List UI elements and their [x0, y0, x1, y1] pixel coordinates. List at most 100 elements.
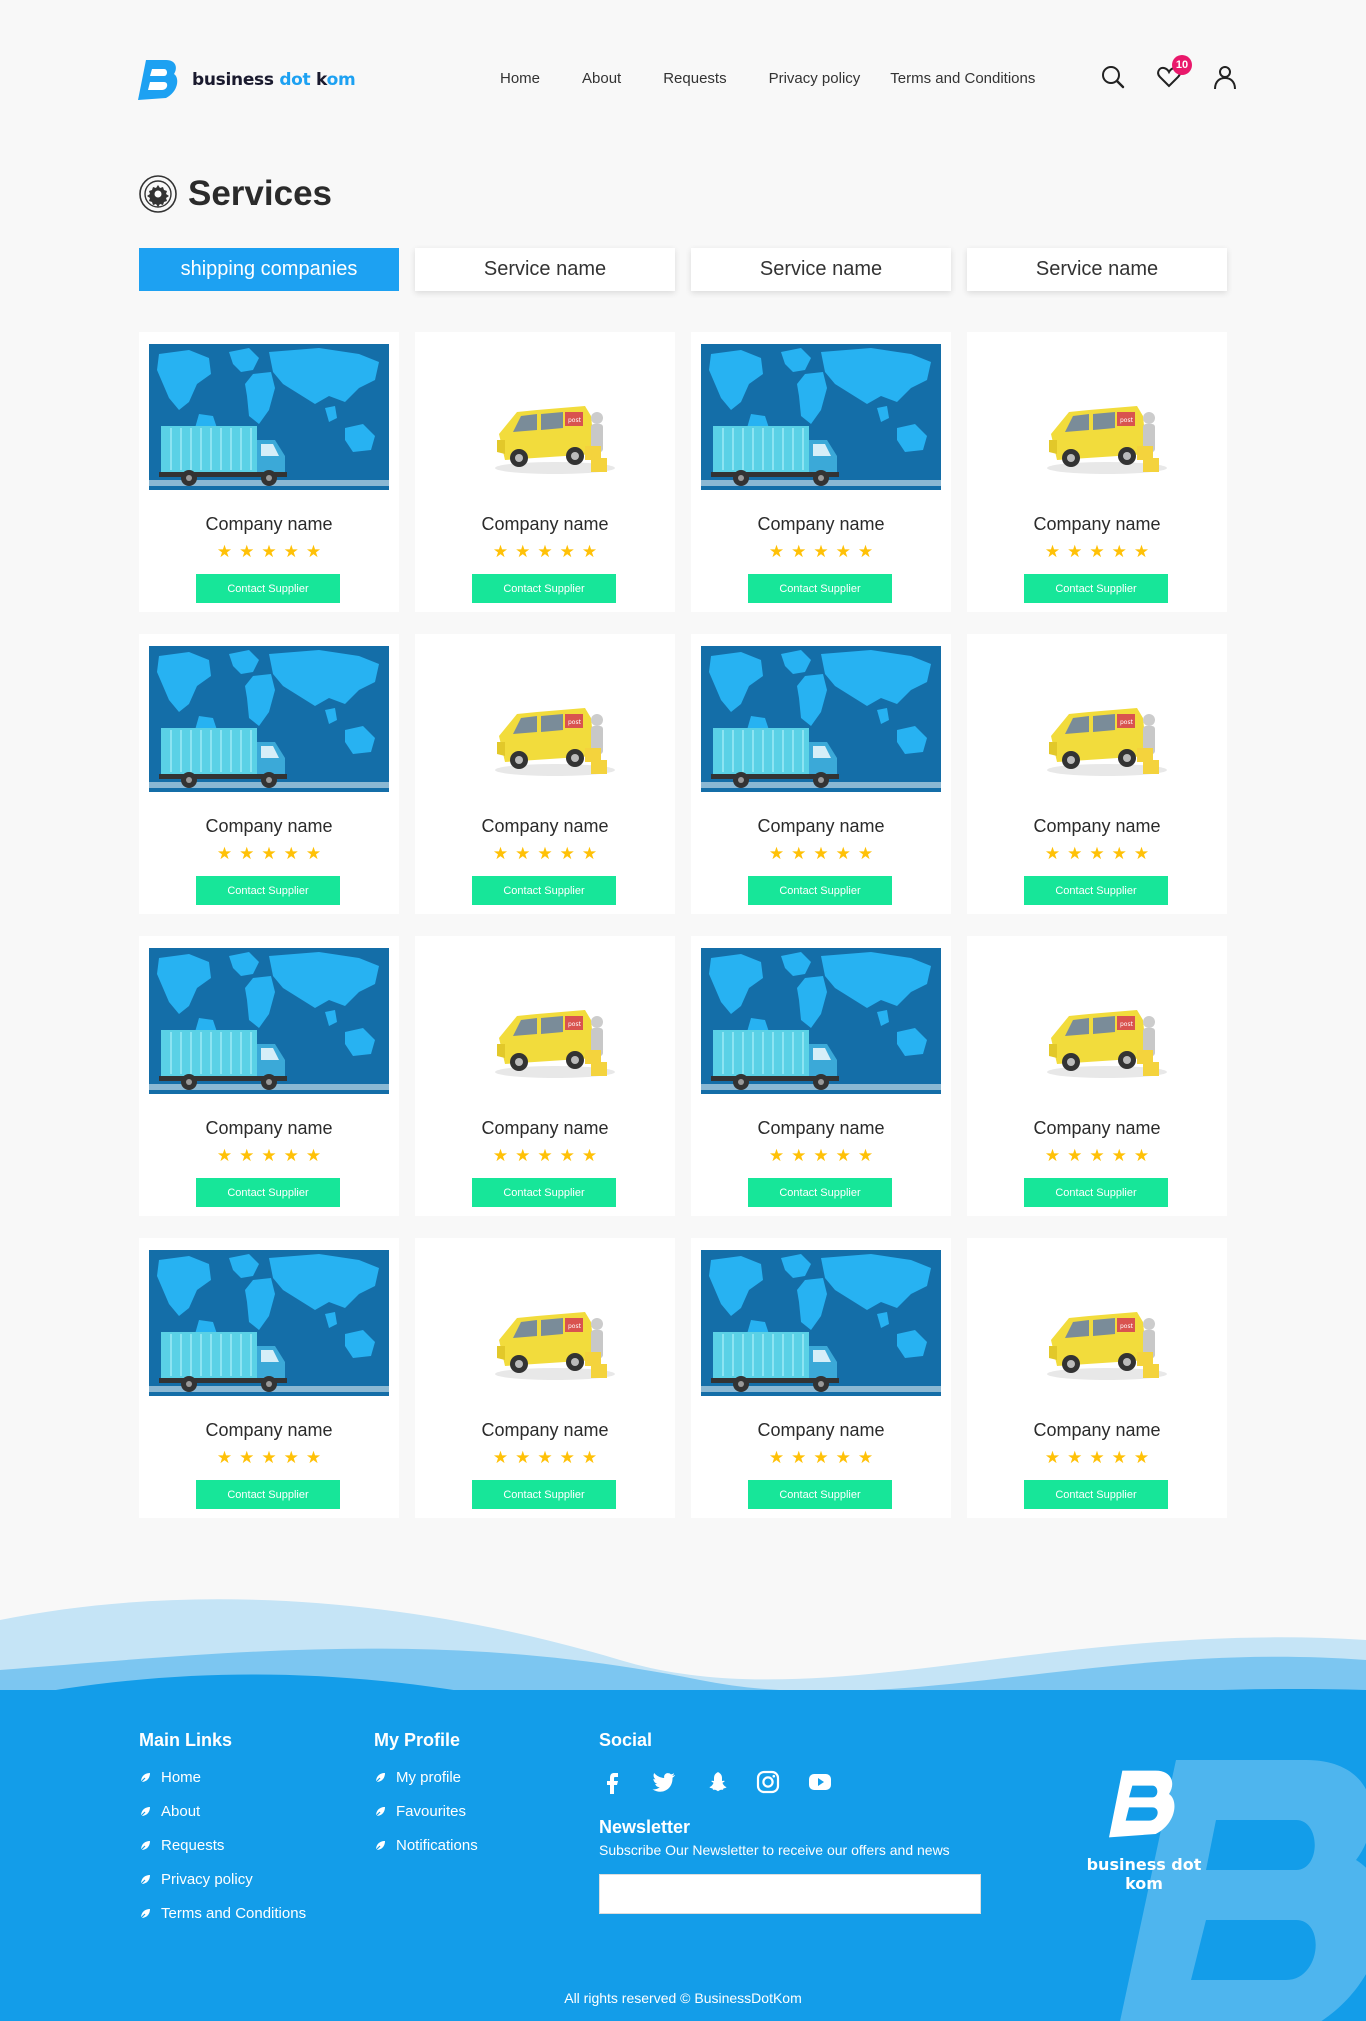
company-card[interactable]: Company name ★ ★ ★ ★ ★ Contact Supplier: [691, 332, 951, 612]
star-icon: ★: [768, 1146, 785, 1165]
youtube-icon[interactable]: [807, 1769, 833, 1795]
star-icon: ★: [537, 844, 553, 863]
nav-privacy[interactable]: Privacy policy: [769, 70, 861, 87]
star-icon: ★: [559, 1146, 575, 1165]
contact-supplier-button[interactable]: Contact Supplier: [748, 1480, 892, 1509]
footer-main-link-item[interactable]: About: [139, 1803, 306, 1820]
social-icons: [599, 1769, 981, 1795]
footer-main-link-item[interactable]: Requests: [139, 1837, 306, 1854]
contact-supplier-button[interactable]: Contact Supplier: [748, 1178, 892, 1207]
contact-supplier-button[interactable]: Contact Supplier: [472, 1480, 616, 1509]
footer-profile-link-item[interactable]: My profile: [374, 1769, 478, 1786]
snapchat-icon[interactable]: [703, 1769, 729, 1795]
newsletter-title: Newsletter: [599, 1817, 691, 1837]
footer-main-link-item[interactable]: Terms and Conditions: [139, 1905, 306, 1922]
user-profile-icon[interactable]: [1212, 64, 1238, 90]
company-card[interactable]: post Company name ★ ★ ★ ★ ★ Contact Supplier: [967, 332, 1227, 612]
contact-supplier-button[interactable]: Contact Supplier: [1024, 876, 1168, 905]
favourites-heart-icon[interactable]: 10: [1156, 55, 1192, 90]
company-name: Company name: [205, 816, 333, 836]
tab-shipping-companies[interactable]: shipping companies: [139, 248, 399, 291]
tab-service-3[interactable]: Service name: [691, 248, 951, 291]
rating-stars: ★ ★ ★ ★ ★: [691, 845, 951, 862]
facebook-icon[interactable]: [599, 1769, 625, 1795]
star-icon: ★: [537, 1146, 553, 1165]
star-icon: ★: [1089, 1146, 1105, 1165]
tab-service-4[interactable]: Service name: [967, 248, 1227, 291]
map-truck-image: [701, 948, 941, 1094]
star-icon: ★: [305, 844, 322, 863]
star-icon: ★: [283, 1448, 299, 1467]
contact-supplier-button[interactable]: Contact Supplier: [1024, 1178, 1168, 1207]
company-name: Company name: [205, 1420, 333, 1440]
company-card[interactable]: post Company name ★ ★ ★ ★ ★ Contact Supplier: [967, 634, 1227, 914]
twitter-icon[interactable]: [651, 1769, 677, 1795]
company-card[interactable]: post Company name ★ ★ ★ ★ ★ Contact Supplier: [415, 332, 675, 612]
star-icon: ★: [1044, 844, 1061, 863]
yellow-van-image: post: [977, 1250, 1217, 1396]
contact-supplier-button[interactable]: Contact Supplier: [196, 1480, 340, 1509]
company-card[interactable]: Company name ★ ★ ★ ★ ★ Contact Supplier: [139, 634, 399, 914]
star-icon: ★: [835, 844, 851, 863]
star-icon: ★: [1111, 1448, 1127, 1467]
footer-logo[interactable]: business dot kom: [1074, 1766, 1214, 1893]
newsletter-email-input[interactable]: [599, 1874, 981, 1914]
map-truck-image: [149, 948, 389, 1094]
company-card[interactable]: post Company name ★ ★ ★ ★ ★ Contact Supplier: [967, 1238, 1227, 1518]
star-icon: ★: [835, 1146, 851, 1165]
search-icon[interactable]: [1100, 64, 1126, 90]
contact-supplier-button[interactable]: Contact Supplier: [748, 574, 892, 603]
map-truck-image: [149, 646, 389, 792]
company-card[interactable]: Company name ★ ★ ★ ★ ★ Contact Supplier: [139, 332, 399, 612]
nav-home[interactable]: Home: [500, 70, 540, 87]
company-card[interactable]: Company name ★ ★ ★ ★ ★ Contact Supplier: [139, 1238, 399, 1518]
services-gear-icon: [139, 175, 177, 213]
contact-supplier-button[interactable]: Contact Supplier: [1024, 574, 1168, 603]
company-card[interactable]: post Company name ★ ★ ★ ★ ★ Contact Supplier: [415, 1238, 675, 1518]
footer-main-link-item[interactable]: Privacy policy: [139, 1871, 306, 1888]
contact-supplier-button[interactable]: Contact Supplier: [472, 574, 616, 603]
footer-profile-link-item[interactable]: Favourites: [374, 1803, 478, 1820]
company-card[interactable]: Company name ★ ★ ★ ★ ★ Contact Supplier: [691, 1238, 951, 1518]
contact-supplier-button[interactable]: Contact Supplier: [472, 876, 616, 905]
page-title-text: Services: [188, 174, 333, 213]
star-icon: ★: [216, 542, 233, 561]
company-card[interactable]: Company name ★ ★ ★ ★ ★ Contact Supplier: [691, 936, 951, 1216]
contact-supplier-button[interactable]: Contact Supplier: [196, 876, 340, 905]
brand-logo[interactable]: business dot kom: [138, 58, 356, 102]
contact-supplier-button[interactable]: Contact Supplier: [196, 1178, 340, 1207]
rating-stars: ★ ★ ★ ★ ★: [415, 1147, 675, 1164]
company-name: Company name: [481, 816, 609, 836]
nav-terms[interactable]: Terms and Conditions: [890, 70, 1035, 87]
company-card[interactable]: post Company name ★ ★ ★ ★ ★ Contact Supplier: [415, 634, 675, 914]
star-icon: ★: [813, 844, 829, 863]
star-icon: ★: [1089, 1448, 1105, 1467]
company-card[interactable]: Company name ★ ★ ★ ★ ★ Contact Supplier: [691, 634, 951, 914]
star-icon: ★: [581, 1448, 598, 1467]
company-card[interactable]: post Company name ★ ★ ★ ★ ★ Contact Supplier: [415, 936, 675, 1216]
footer-main-link-label: Home: [161, 1769, 202, 1786]
company-card[interactable]: Company name ★ ★ ★ ★ ★ Contact Supplier: [139, 936, 399, 1216]
leaf-bullet-icon: [139, 1772, 150, 1783]
star-icon: ★: [857, 844, 874, 863]
yellow-van-image: post: [425, 344, 665, 490]
footer-profile-link-item[interactable]: Notifications: [374, 1837, 478, 1854]
star-icon: ★: [492, 1146, 509, 1165]
footer-main-link-item[interactable]: Home: [139, 1769, 306, 1786]
footer-social-title: Social: [599, 1730, 653, 1750]
instagram-icon[interactable]: [755, 1769, 781, 1795]
star-icon: ★: [835, 1448, 851, 1467]
nav-about[interactable]: About: [582, 70, 621, 87]
contact-supplier-button[interactable]: Contact Supplier: [196, 574, 340, 603]
tab-service-2[interactable]: Service name: [415, 248, 675, 291]
contact-supplier-button[interactable]: Contact Supplier: [748, 876, 892, 905]
company-card[interactable]: post Company name ★ ★ ★ ★ ★ Contact Supplier: [967, 936, 1227, 1216]
star-icon: ★: [1089, 542, 1105, 561]
contact-supplier-button[interactable]: Contact Supplier: [1024, 1480, 1168, 1509]
star-icon: ★: [239, 1448, 255, 1467]
leaf-bullet-icon: [374, 1772, 385, 1783]
svg-text:post: post: [1120, 1021, 1134, 1028]
contact-supplier-button[interactable]: Contact Supplier: [472, 1178, 616, 1207]
leaf-bullet-icon: [374, 1840, 385, 1851]
nav-requests[interactable]: Requests: [663, 70, 726, 87]
